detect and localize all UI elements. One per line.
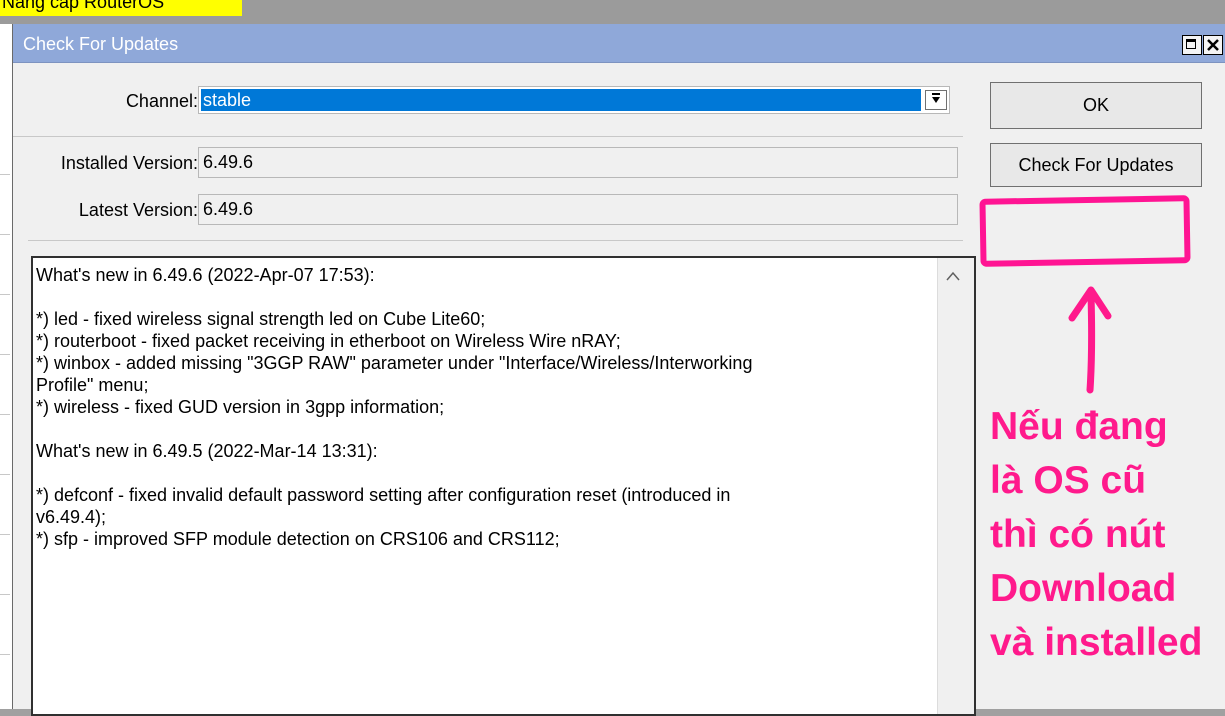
latest-version-label: Latest Version:: [78, 200, 198, 220]
channel-value: stable: [201, 89, 921, 111]
annotation-line: Nếu đang: [990, 405, 1168, 448]
separator: [28, 240, 963, 241]
highlighted-heading: Nâng cấp RouterOS: [0, 0, 242, 16]
notes-scrollbar[interactable]: [937, 258, 974, 714]
installed-version-label: Installed Version:: [60, 153, 198, 173]
separator: [13, 136, 963, 137]
window-titlebar[interactable]: Check For Updates: [13, 24, 1225, 63]
release-note-line: [36, 418, 926, 440]
release-note-line: *) winbox - added missing "3GGP RAW" par…: [36, 353, 753, 373]
check-for-updates-button[interactable]: Check For Updates: [990, 143, 1202, 187]
annotation-line: và installed: [990, 621, 1203, 664]
annotation-line: là OS cũ: [990, 459, 1147, 502]
installed-version-field: 6.49.6: [198, 147, 958, 178]
close-icon[interactable]: [1203, 35, 1223, 55]
annotation-line: Download: [990, 567, 1177, 610]
channel-label: Channel:: [125, 91, 198, 111]
release-note-line: What's new in 6.49.6 (2022-Apr-07 17:53)…: [36, 265, 375, 285]
annotation-text: Nếu đang là OS cũ thì có nút Download và ins…: [990, 400, 1220, 670]
release-note-line: *) routerboot - fixed packet receiving i…: [36, 331, 621, 351]
ok-button[interactable]: OK: [990, 82, 1202, 129]
release-note-line: *) defconf - fixed invalid default passw…: [36, 485, 731, 505]
release-note-line: Profile" menu;: [36, 375, 149, 395]
release-note-line: *) wireless - fixed GUD version in 3gpp …: [36, 397, 445, 417]
release-notes-text: What's new in 6.49.6 (2022-Apr-07 17:53)…: [36, 264, 926, 550]
window-title: Check For Updates: [23, 34, 179, 54]
release-note-line: What's new in 6.49.5 (2022-Mar-14 13:31)…: [36, 441, 378, 461]
annotation-arrow-icon: [1068, 286, 1112, 394]
latest-version-field: 6.49.6: [198, 194, 958, 225]
channel-select[interactable]: stable: [198, 86, 950, 114]
dropdown-arrow-icon[interactable]: [925, 90, 947, 110]
release-note-line: *) led - fixed wireless signal strength …: [36, 309, 486, 329]
scroll-up-icon[interactable]: [946, 268, 960, 286]
release-note-line: [36, 462, 926, 484]
maximize-icon[interactable]: [1182, 35, 1202, 55]
release-note-line: [36, 286, 926, 308]
annotation-highlight-box: [979, 195, 1191, 267]
release-note-line: v6.49.4);: [36, 507, 107, 527]
release-notes-textarea[interactable]: What's new in 6.49.6 (2022-Apr-07 17:53)…: [31, 256, 976, 716]
annotation-line: thì có nút: [990, 513, 1166, 556]
release-note-line: *) sfp - improved SFP module detection o…: [36, 529, 560, 549]
